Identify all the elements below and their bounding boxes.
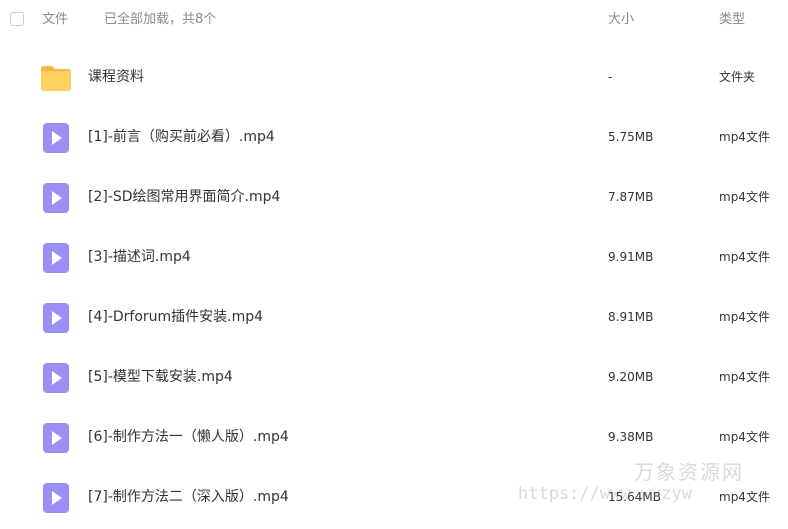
watermark-url: https://www.wxzyw: [518, 484, 692, 504]
file-name[interactable]: [1]-前言（购买前必看）.mp4: [88, 128, 275, 146]
file-size: 9.91MB: [608, 250, 654, 264]
file-size: 8.91MB: [608, 310, 654, 324]
file-size: 9.38MB: [608, 430, 654, 444]
video-file-icon: [40, 302, 72, 334]
select-all-checkbox[interactable]: [10, 12, 24, 26]
file-type: mp4文件: [719, 430, 770, 444]
file-row[interactable]: [2]-SD绘图常用界面简介.mp4 7.87MB mp4文件: [0, 166, 788, 226]
file-row[interactable]: [4]-Drforum插件安装.mp4 8.91MB mp4文件: [0, 286, 788, 346]
file-name[interactable]: [2]-SD绘图常用界面简介.mp4: [88, 188, 280, 206]
file-type: mp4文件: [719, 250, 770, 264]
watermark-title: 万象资源网: [634, 460, 744, 484]
file-name[interactable]: [4]-Drforum插件安装.mp4: [88, 308, 263, 326]
file-name[interactable]: [6]-制作方法一（懒人版）.mp4: [88, 428, 289, 446]
load-status-text: 已全部加载，共8个: [104, 12, 217, 27]
file-type: mp4文件: [719, 370, 770, 384]
video-file-icon: [40, 362, 72, 394]
file-type: mp4文件: [719, 490, 770, 504]
video-file-icon: [40, 122, 72, 154]
video-file-icon: [40, 242, 72, 274]
folder-icon: [40, 62, 72, 94]
column-header-name[interactable]: 文件: [42, 12, 68, 28]
file-row[interactable]: [3]-描述词.mp4 9.91MB mp4文件: [0, 226, 788, 286]
file-list-page: 文件 已全部加载，共8个 大小 类型 课程资料 - 文件夹 [1]-前言（购买前…: [0, 0, 788, 529]
column-header-size[interactable]: 大小: [608, 12, 634, 28]
file-type: mp4文件: [719, 310, 770, 324]
video-file-icon: [40, 182, 72, 214]
video-file-icon: [40, 482, 72, 514]
file-size: 5.75MB: [608, 130, 654, 144]
file-type: mp4文件: [719, 190, 770, 204]
video-file-icon: [40, 422, 72, 454]
file-row[interactable]: [1]-前言（购买前必看）.mp4 5.75MB mp4文件: [0, 106, 788, 166]
file-type: mp4文件: [719, 130, 770, 144]
file-type: 文件夹: [719, 70, 756, 84]
file-name[interactable]: [3]-描述词.mp4: [88, 248, 191, 266]
file-list-header: 文件 已全部加载，共8个 大小 类型: [0, 0, 788, 40]
file-size: -: [608, 70, 613, 84]
column-header-type[interactable]: 类型: [719, 12, 745, 28]
file-name[interactable]: [7]-制作方法二（深入版）.mp4: [88, 488, 289, 506]
file-size: 9.20MB: [608, 370, 654, 384]
file-size: 7.87MB: [608, 190, 654, 204]
file-name[interactable]: [5]-模型下载安装.mp4: [88, 368, 233, 386]
file-name[interactable]: 课程资料: [88, 68, 144, 86]
file-row[interactable]: [5]-模型下载安装.mp4 9.20MB mp4文件: [0, 346, 788, 406]
file-row-folder[interactable]: 课程资料 - 文件夹: [0, 46, 788, 106]
